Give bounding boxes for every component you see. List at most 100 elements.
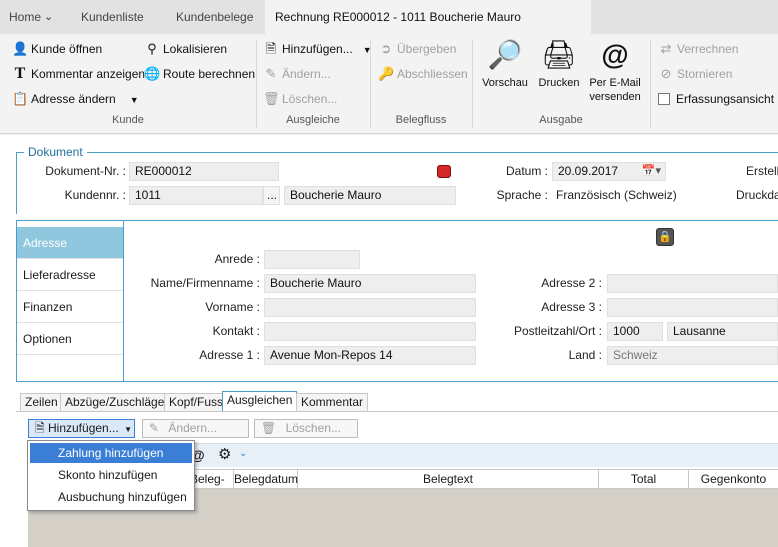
key-icon: 🔑 [378, 66, 395, 81]
kunde-oeffnen-label: Kunde öffnen [31, 42, 103, 56]
tab-kommentar[interactable]: Kommentar [296, 393, 369, 411]
pencil-icon: ✎ [149, 421, 160, 435]
menu-item-zahlung[interactable]: Zahlung hinzufügen [30, 443, 192, 463]
col-beleg-nr[interactable]: Beleg-Nr. [190, 470, 234, 504]
sidebar-item-optionen[interactable]: Optionen [17, 323, 123, 355]
toolbar-aendern-button[interactable]: ✎ Ändern... [142, 419, 249, 438]
kunde-browse-button[interactable]: ... [263, 186, 280, 205]
plz-ort-label: Postleitzahl/Ort : [513, 324, 602, 338]
stornieren-label: Stornieren [677, 67, 733, 81]
address-sidebar: Adresse Lieferadresse Finanzen Optionen [16, 220, 124, 382]
vorname-field[interactable] [264, 298, 476, 317]
magnify-document-icon: 🔎 [487, 39, 523, 70]
col-total[interactable]: Total [599, 470, 689, 488]
ribbon: 👤 Kunde öffnen T Kommentar anzeigen 📋 Adres… [0, 34, 778, 134]
ort-field[interactable]: Lausanne [667, 322, 778, 341]
tab-strip-line [16, 411, 778, 412]
calendar-icon[interactable]: 📅▾ [642, 163, 661, 180]
globe-icon: 🌐 [144, 66, 161, 81]
email-versenden-button[interactable]: @ Per E-Mail versenden [586, 38, 644, 104]
group-label-ausgleiche: Ausgleiche [286, 114, 340, 126]
uebergeben-button[interactable]: ➲ Übergeben [378, 39, 457, 59]
menu-item-skonto[interactable]: Skonto hinzufügen [30, 465, 192, 485]
tab-kundenliste[interactable]: Kundenliste [81, 0, 144, 34]
erfassungsansicht-label: Erfassungsansicht [676, 92, 775, 106]
menu-item-ausbuchung[interactable]: Ausbuchung hinzufügen [30, 487, 192, 507]
dropdown-arrow-icon[interactable]: ▼ [124, 425, 132, 434]
adresse2-field[interactable] [607, 274, 778, 293]
ausgleich-loeschen-button[interactable]: 🗑 Löschen... [263, 89, 337, 109]
dokument-nr-field[interactable]: RE000012 [129, 162, 279, 181]
kunde-oeffnen-button[interactable]: 👤 Kunde öffnen [12, 39, 102, 59]
trash-icon: 🗑 [263, 91, 280, 106]
ausgleich-hinzufuegen-button[interactable]: 🗎 Hinzufügen... ▼ [263, 39, 372, 59]
trash-icon: 🗑 [261, 421, 277, 435]
adresse1-label: Adresse 1 : [199, 348, 260, 362]
tab-home[interactable]: Home [9, 0, 41, 34]
adresse1-field[interactable]: Avenue Mon-Repos 14 [264, 346, 476, 365]
toolbar-hinzufuegen-button[interactable]: 🗎 Hinzufügen... ▼ [28, 419, 135, 438]
land-field[interactable]: Schweiz [607, 346, 778, 365]
tab-kundenbelege[interactable]: Kundenbelege [176, 0, 253, 34]
group-label-kunde: Kunde [112, 114, 144, 126]
add-document-icon: 🗎 [35, 421, 45, 435]
lokalisieren-button[interactable]: ⚲ Lokalisieren [144, 39, 227, 59]
tab-kopf-fuss[interactable]: Kopf/Fuss [164, 393, 229, 411]
erfassungsansicht-toggle[interactable]: Erfassungsansicht [658, 89, 774, 109]
verrechnen-button[interactable]: ⇄ Verrechnen [658, 39, 739, 59]
uebergeben-label: Übergeben [397, 42, 457, 56]
stornieren-button[interactable]: ⊘ Stornieren [658, 64, 733, 84]
alarm-icon[interactable] [437, 165, 451, 178]
col-belegdatum[interactable]: Belegdatum [234, 470, 298, 488]
col-belegtext[interactable]: Belegtext [298, 470, 599, 488]
ribbon-separator [650, 40, 651, 128]
kontakt-label: Kontakt : [212, 324, 260, 338]
gear-icon[interactable]: ⚙ [218, 445, 231, 463]
adresse3-field[interactable] [607, 298, 778, 317]
name-field[interactable]: Boucherie Mauro [264, 274, 476, 293]
anrede-field[interactable] [264, 250, 360, 269]
map-pin-icon: ⚲ [147, 41, 157, 56]
drucken-button[interactable]: 🖨 Drucken [534, 38, 584, 90]
kundenname-field[interactable]: Boucherie Mauro [284, 186, 456, 205]
email-label-2: versenden [589, 91, 641, 103]
tab-ausgleichen[interactable]: Ausgleichen [222, 391, 298, 411]
adresse-aendern-button[interactable]: 📋 Adresse ändern ▼ [12, 89, 139, 109]
vorname-label: Vorname : [205, 300, 260, 314]
erfassungsansicht-checkbox[interactable] [658, 93, 670, 105]
tab-rechnung[interactable]: Rechnung RE000012 - 1011 Boucherie Mauro… [265, 0, 591, 58]
email-label-1: Per E-Mail [589, 77, 641, 89]
vorschau-button[interactable]: 🔎 Vorschau [478, 38, 532, 90]
datum-field[interactable]: 20.09.2017 📅▾ [552, 162, 666, 181]
ausgleich-aendern-button[interactable]: ✎ Ändern... [263, 64, 331, 84]
tab-zeilen[interactable]: Zeilen [20, 393, 63, 411]
sidebar-item-adresse[interactable]: Adresse [17, 227, 123, 259]
drucken-label: Drucken [538, 77, 580, 89]
clipboard-icon: 📋 [12, 91, 29, 106]
transfer-icon: ⇄ [660, 41, 672, 56]
chevron-down-icon[interactable]: ⌄ [44, 0, 53, 34]
kundennr-field[interactable]: 1011 [129, 186, 263, 205]
dropdown-arrow-icon[interactable]: ▼ [130, 95, 139, 105]
sprache-value: Französisch (Schweiz) [556, 188, 677, 202]
adresse-aendern-label: Adresse ändern [31, 92, 116, 106]
at-sign-icon: @ [601, 39, 629, 70]
kontakt-field[interactable] [264, 322, 476, 341]
sidebar-item-lieferadresse[interactable]: Lieferadresse [17, 259, 123, 291]
kommentar-anzeigen-button[interactable]: T Kommentar anzeigen [12, 64, 145, 84]
tab-abzuege-zuschlaege[interactable]: Abzüge/Zuschläge [60, 393, 170, 411]
col-gegenkonto[interactable]: Gegenkonto [689, 470, 778, 488]
plz-field[interactable]: 1000 [607, 322, 663, 341]
anrede-label: Anrede : [214, 252, 260, 266]
erstellt-label: Erstellt [746, 164, 778, 178]
pencil-icon: ✎ [265, 66, 277, 81]
toolbar-loeschen-label: Löschen... [285, 421, 341, 435]
dokument-nr-label: Dokument-Nr. : [45, 164, 126, 178]
toolbar-loeschen-button[interactable]: 🗑 Löschen... [254, 419, 358, 438]
toolbar-aendern-label: Ändern... [168, 421, 218, 435]
route-berechnen-button[interactable]: 🌐 Route berechnen [144, 64, 255, 84]
sidebar-item-finanzen[interactable]: Finanzen [17, 291, 123, 323]
abschliessen-button[interactable]: 🔑 Abschliessen [378, 64, 468, 84]
lock-icon[interactable]: 🔒 [656, 228, 674, 246]
chevron-down-icon[interactable]: ⌄ [239, 448, 247, 459]
